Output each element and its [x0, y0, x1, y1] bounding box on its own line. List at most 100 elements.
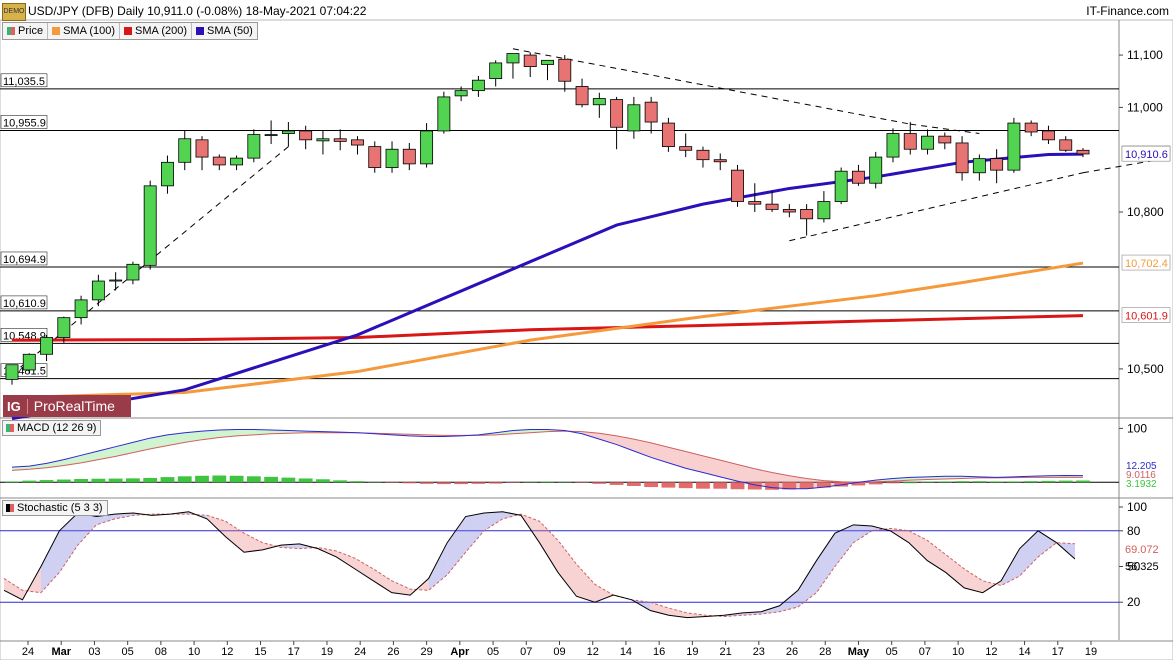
time-axis-tick-label: 03 — [88, 646, 100, 658]
macd-panel-label[interactable]: MACD (12 26 9) — [2, 420, 101, 436]
macd-histogram-bar — [610, 482, 624, 485]
candle — [300, 131, 312, 140]
time-axis-tick-label: 16 — [653, 646, 665, 658]
stochastic-swatch-icon — [6, 504, 14, 512]
macd-histogram-bar — [402, 482, 416, 483]
candle — [23, 354, 35, 370]
candle — [973, 159, 985, 173]
legend-sma200[interactable]: SMA (200) — [120, 23, 192, 39]
macd-histogram-bar — [1007, 481, 1021, 482]
macd-histogram-bar — [990, 481, 1004, 482]
macd-histogram-bar — [195, 476, 209, 482]
macd-histogram-bar — [299, 478, 313, 482]
legend-sma50[interactable]: SMA (50) — [192, 23, 257, 39]
macd-histogram-bar — [1042, 481, 1056, 482]
candle — [75, 300, 87, 318]
candle — [196, 140, 208, 157]
sma100-swatch-icon — [52, 27, 60, 35]
price-legend[interactable]: Price SMA (100) SMA (200) SMA (50) — [2, 22, 258, 40]
macd-histogram-bar — [592, 482, 606, 484]
macd-histogram-bar — [644, 482, 658, 487]
macd-histogram-bar — [178, 476, 192, 482]
macd-title: MACD (12 26 9) — [17, 422, 96, 434]
price-tag-label: 10,601.9 — [1125, 311, 1168, 323]
price-swatch-icon — [7, 27, 15, 35]
time-axis-tick-label: 24 — [354, 646, 366, 658]
macd-histogram-bar — [869, 482, 883, 484]
macd-histogram-bar — [1059, 481, 1073, 483]
candle — [421, 131, 433, 164]
macd-histogram-bar — [921, 482, 935, 483]
time-axis-tick-label: 29 — [421, 646, 433, 658]
stochastic-fill — [853, 525, 871, 543]
demo-icon: DEMO — [2, 3, 26, 21]
stochastic-fill — [558, 540, 576, 596]
source-label: IT-Finance.com — [1086, 4, 1169, 18]
time-axis-tick-label: 07 — [919, 646, 931, 658]
macd-histogram-bar — [109, 479, 123, 483]
candle — [576, 86, 588, 104]
macd-value-tag: 3.1932 — [1126, 479, 1157, 490]
stochastic-fill — [1038, 531, 1056, 557]
candle — [956, 143, 968, 173]
stochastic-fill — [780, 590, 798, 611]
chart-title: USD/JPY (DFB) Daily 10,911.0 (-0.08%) 18… — [28, 4, 366, 18]
stochastic-fill — [1020, 531, 1038, 576]
macd-histogram-bar — [679, 482, 693, 488]
time-axis-tick-label: 08 — [155, 646, 167, 658]
candle — [317, 139, 329, 141]
chart-canvas: 11,10011,00010,80010,50011,035.510,955.9… — [0, 0, 1173, 660]
candle — [835, 171, 847, 201]
time-axis-tick-label: 05 — [886, 646, 898, 658]
legend-price[interactable]: Price — [3, 23, 48, 39]
time-axis-tick-label: 23 — [753, 646, 765, 658]
time-axis-tick-label: 17 — [1052, 646, 1064, 658]
legend-sma100[interactable]: SMA (100) — [48, 23, 120, 39]
macd-histogram-bar — [5, 481, 19, 482]
macd-histogram-bar — [471, 482, 485, 484]
stochastic-title: Stochastic (5 3 3) — [17, 502, 103, 514]
candle — [490, 63, 502, 79]
candle — [904, 134, 916, 150]
candle — [921, 136, 933, 149]
candle — [92, 281, 104, 300]
candle — [41, 338, 53, 355]
candle — [870, 157, 882, 183]
macd-histogram-bar — [91, 479, 105, 483]
candle — [144, 186, 156, 266]
horizontal-level-label: 10,694.9 — [3, 254, 46, 266]
macd-histogram-bar — [351, 481, 365, 482]
time-axis-tick-label: 19 — [686, 646, 698, 658]
price-axis-tick-label: 10,800 — [1127, 205, 1164, 219]
candle — [852, 171, 864, 183]
legend-sma100-label: SMA (100) — [63, 25, 115, 37]
candle — [265, 135, 277, 136]
time-axis-tick-label: 21 — [719, 646, 731, 658]
time-axis-tick-label: 07 — [520, 646, 532, 658]
prorealtime-logo: IG ProRealTime — [3, 395, 131, 417]
candle — [1025, 123, 1037, 132]
macd-histogram-bar — [713, 482, 727, 488]
candle — [662, 123, 674, 147]
macd-histogram-bar — [938, 481, 952, 482]
macd-histogram-bar — [316, 479, 330, 482]
stochastic-fill — [466, 513, 484, 552]
stochastic-axis-tick-label: 20 — [1127, 595, 1141, 609]
time-axis-tick-label: 24 — [22, 646, 34, 658]
candle — [351, 140, 363, 145]
stochastic-fill — [336, 551, 354, 569]
time-axis-tick-label: 28 — [819, 646, 831, 658]
macd-histogram-bar — [575, 482, 589, 483]
candle — [282, 131, 294, 134]
price-axis-tick-label: 10,500 — [1127, 362, 1164, 376]
candle — [455, 91, 467, 96]
macd-histogram-bar — [385, 482, 399, 483]
macd-histogram-bar — [454, 482, 468, 484]
stochastic-panel-label[interactable]: Stochastic (5 3 3) — [2, 500, 108, 516]
macd-histogram-bar — [662, 482, 676, 487]
stochastic-fill — [946, 555, 964, 588]
candle — [593, 98, 605, 104]
macd-swatch-icon — [6, 424, 14, 432]
candle — [179, 139, 191, 163]
macd-histogram-bar — [281, 478, 295, 483]
